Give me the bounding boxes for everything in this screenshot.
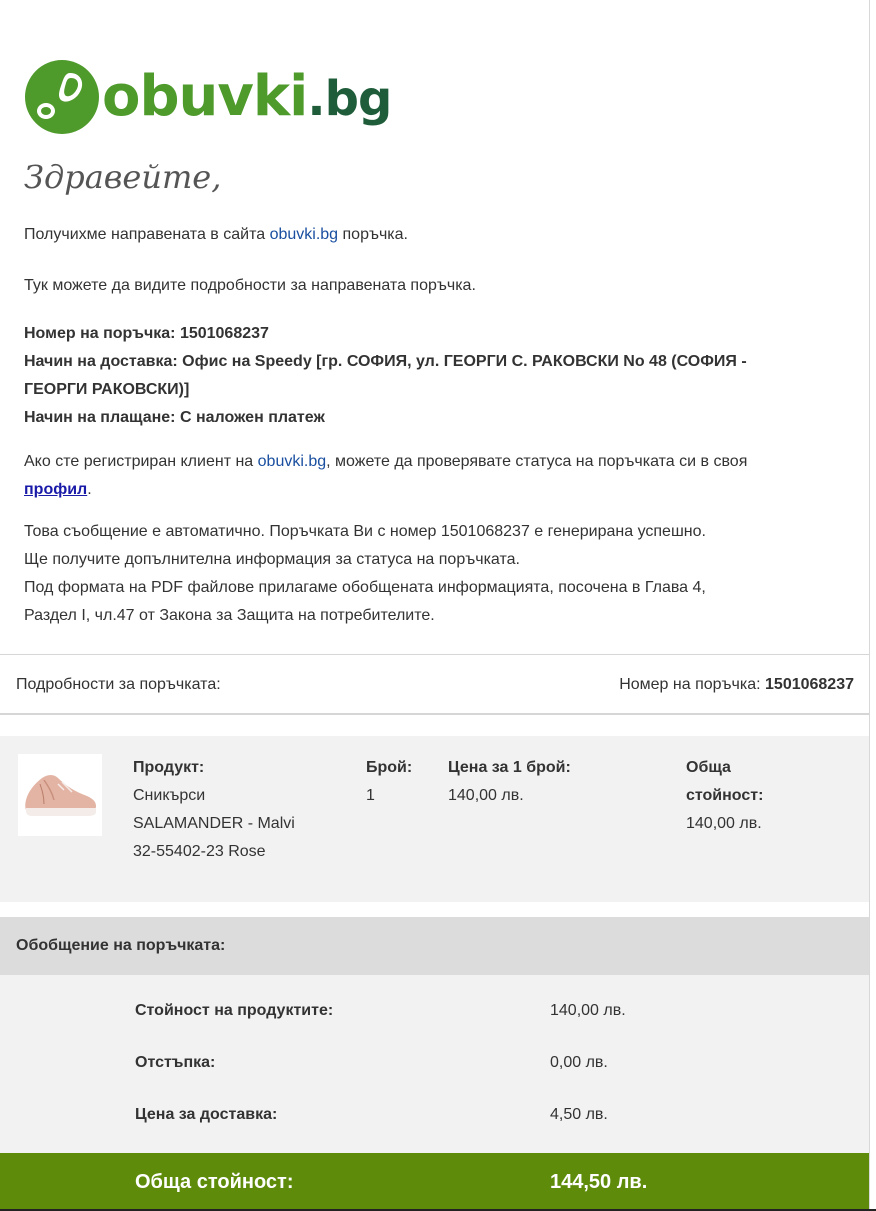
summary-row-label: Цена за доставка:: [135, 1106, 278, 1123]
product-image[interactable]: [18, 754, 102, 836]
intro-text-after: поръчка.: [338, 226, 409, 243]
delivery-line-continued: ГЕОРГИ РАКОВСКИ)]: [24, 381, 190, 398]
payment-value: С наложен платеж: [179, 409, 325, 426]
grand-total-bar: Обща стойност: 144,50 лв.: [0, 1153, 869, 1211]
order-number-label: Номер на поръчка:: [24, 325, 176, 342]
summary-row: Отстъпка: 0,00 лв.: [0, 1049, 869, 1077]
total-header-line-1: Обща: [686, 759, 731, 776]
product-name-column: Продукт: Сникърси SALAMANDER - Malvi 32-…: [133, 754, 295, 866]
product-row: Продукт: Сникърси SALAMANDER - Malvi 32-…: [0, 736, 869, 902]
details-title: Подробности за поръчката:: [16, 676, 221, 693]
registered-client-text: Ако сте регистриран клиент на obuvki.bg,…: [24, 448, 854, 504]
order-summary-header: Обобщение на поръчката:: [0, 917, 869, 975]
details-order-number: Номер на поръчка: 1501068237: [619, 671, 854, 699]
order-details-header: Подробности за поръчката: Номер на поръч…: [16, 671, 854, 699]
summary-row: Стойност на продуктите: 140,00 лв.: [0, 997, 869, 1025]
unit-price-value: 140,00 лв.: [448, 787, 524, 804]
total-header-line-2: стойност:: [686, 787, 764, 804]
footprint-logo-icon: [25, 60, 99, 134]
delivery-label: Начин на доставка:: [24, 353, 178, 370]
logo-wordmark: obuvki.bg: [102, 69, 392, 127]
summary-row-label: Отстъпка:: [135, 1054, 216, 1071]
auto-message-line-4: Раздел I, чл.47 от Закона за Защита на п…: [24, 607, 435, 624]
total-value-column: Обща стойност: 140,00 лв.: [686, 754, 763, 838]
total-value: 140,00 лв.: [686, 815, 762, 832]
payment-label: Начин на плащане:: [24, 409, 176, 426]
site-link[interactable]: obuvki.bg: [270, 226, 339, 243]
grand-total-value: 144,50 лв.: [550, 1171, 648, 1193]
product-name-line-2: SALAMANDER - Malvi: [133, 815, 295, 832]
intro-text-before: Получихме направената в сайта: [24, 226, 270, 243]
summary-row: Цена за доставка: 4,50 лв.: [0, 1101, 869, 1129]
auto-message: Това съобщение е автоматично. Поръчката …: [24, 518, 854, 630]
divider-top: [0, 654, 869, 655]
sneaker-icon: [25, 775, 96, 816]
auto-message-line-3: Под формата на PDF файлове прилагаме обо…: [24, 579, 706, 596]
delivery-value: Офис на Speedy [гр. СОФИЯ, ул. ГЕОРГИ С.…: [182, 353, 747, 370]
summary-title: Обобщение на поръчката:: [16, 937, 226, 954]
details-order-value: 1501068237: [765, 676, 854, 693]
summary-row-value: 4,50 лв.: [550, 1106, 608, 1123]
summary-row-value: 0,00 лв.: [550, 1054, 608, 1071]
unit-price-header: Цена за 1 брой:: [448, 759, 571, 776]
email-right-border: [869, 0, 870, 1211]
greeting-heading: Здравейте,: [24, 158, 222, 196]
payment-line: Начин на плащане: С наложен платеж: [24, 404, 854, 432]
summary-row-label: Стойност на продуктите:: [135, 1002, 334, 1019]
unit-price-column: Цена за 1 брой: 140,00 лв.: [448, 754, 571, 810]
product-name-line-3: 32-55402-23 Rose: [133, 843, 266, 860]
auto-message-line-1: Това съобщение е автоматично. Поръчката …: [24, 523, 706, 540]
divider-bottom: [0, 713, 869, 715]
product-header: Продукт:: [133, 759, 205, 776]
registered-text-end: .: [87, 481, 92, 498]
registered-text-before: Ако сте регистриран клиент на: [24, 453, 258, 470]
summary-row-value: 140,00 лв.: [550, 1002, 626, 1019]
quantity-value: 1: [366, 787, 375, 804]
quantity-column: Брой: 1: [366, 754, 412, 810]
order-number-value: 1501068237: [179, 325, 269, 342]
registered-text-after: , можете да проверявате статуса на поръч…: [326, 453, 748, 470]
delivery-line: Начин на доставка: Офис на Speedy [гр. С…: [24, 348, 854, 376]
order-summary-body: Стойност на продуктите: 140,00 лв. Отстъ…: [0, 975, 869, 1153]
grand-total-label: Обща стойност:: [135, 1171, 294, 1193]
logo-word-tld: .bg: [307, 71, 392, 127]
profile-link[interactable]: профил: [24, 481, 87, 498]
intro-line-1: Получихме направената в сайта obuvki.bg …: [24, 221, 408, 249]
quantity-header: Брой:: [366, 759, 413, 776]
obuvki-logo[interactable]: obuvki.bg: [24, 58, 392, 136]
site-link-2[interactable]: obuvki.bg: [258, 453, 327, 470]
order-info-block: Номер на поръчка: 1501068237 Начин на до…: [24, 320, 854, 432]
order-number-line: Номер на поръчка: 1501068237: [24, 320, 854, 348]
auto-message-line-2: Ще получите допълнителна информация за с…: [24, 551, 520, 568]
logo-word-main: obuvki: [102, 64, 308, 129]
details-order-label: Номер на поръчка:: [619, 676, 766, 693]
product-name-line-1: Сникърси: [133, 787, 206, 804]
email-body: obuvki.bg Здравейте, Получихме направена…: [0, 0, 869, 1211]
intro-line-2: Тук можете да видите подробности за напр…: [24, 277, 476, 294]
